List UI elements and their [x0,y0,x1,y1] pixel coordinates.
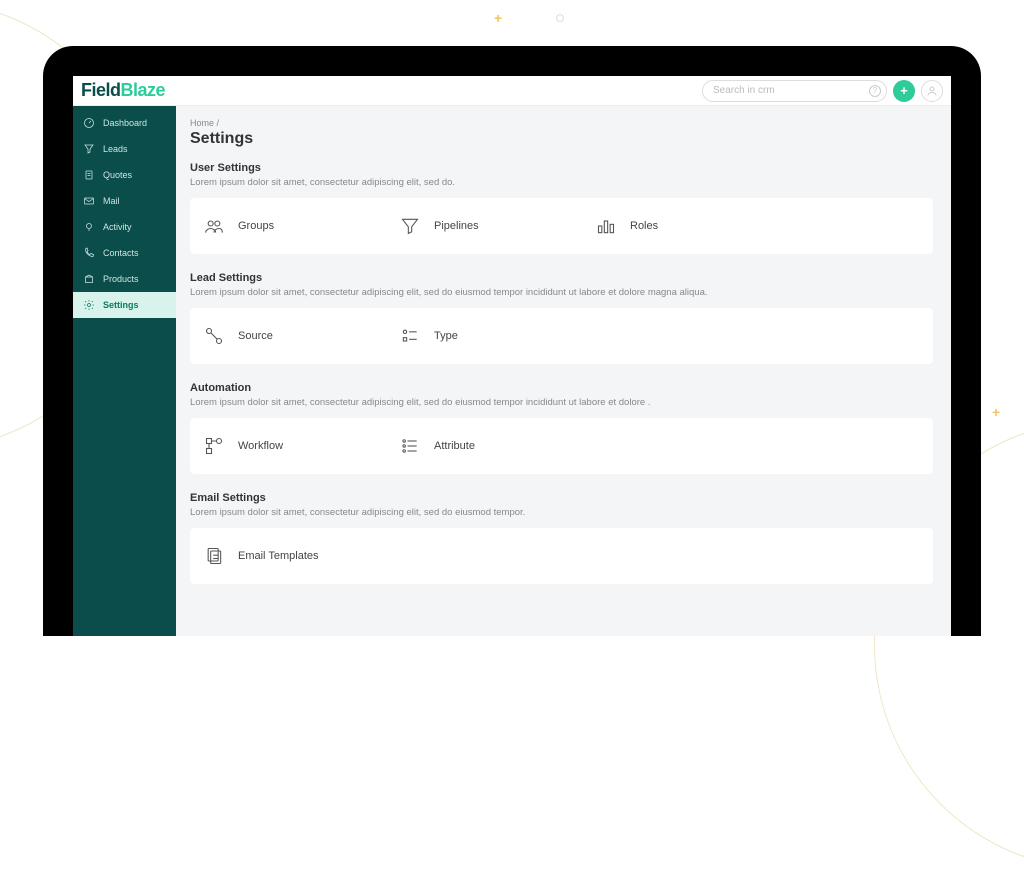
sidebar-item-dashboard[interactable]: Dashboard [73,110,176,136]
sidebar-item-leads[interactable]: Leads [73,136,176,162]
section-email-settings: Email Settings Lorem ipsum dolor sit ame… [190,492,933,584]
card-label: Attribute [434,440,475,452]
workflow-icon [204,436,224,456]
card-label: Source [238,330,273,342]
card-type[interactable]: Type [400,326,596,346]
section-title: Lead Settings [190,272,933,284]
sidebar-item-label: Quotes [103,170,132,180]
funnel-icon [83,143,95,155]
card-groups[interactable]: Groups [204,216,400,236]
sidebar-item-label: Dashboard [103,118,147,128]
card-label: Roles [630,220,658,232]
section-title: User Settings [190,162,933,174]
funnel-icon [400,216,420,236]
groups-icon [204,216,224,236]
section-desc: Lorem ipsum dolor sit amet, consectetur … [190,397,933,408]
app-screen: FieldBlaze ? + Dashboard [73,76,951,636]
card-email-templates[interactable]: Email Templates [204,546,400,566]
user-icon [926,85,938,97]
card-label: Type [434,330,458,342]
card-label: Groups [238,220,274,232]
card-pipelines[interactable]: Pipelines [400,216,596,236]
card-row: Email Templates [190,528,933,584]
card-workflow[interactable]: Workflow [204,436,400,456]
search-wrap: ? [702,80,887,102]
sidebar-item-quotes[interactable]: Quotes [73,162,176,188]
sidebar-item-label: Leads [103,144,128,154]
card-row: Workflow Attribute [190,418,933,474]
breadcrumb[interactable]: Home / [190,118,933,128]
sidebar-item-label: Contacts [103,248,139,258]
document-icon [83,169,95,181]
sidebar-item-settings[interactable]: Settings [73,292,176,318]
add-button[interactable]: + [893,80,915,102]
attribute-icon [400,436,420,456]
sidebar-item-label: Activity [103,222,132,232]
main-content: Home / Settings User Settings Lorem ipsu… [176,106,951,636]
sidebar-item-mail[interactable]: Mail [73,188,176,214]
sidebar-item-label: Settings [103,300,139,310]
section-desc: Lorem ipsum dolor sit amet, consectetur … [190,507,933,518]
bulb-icon [83,221,95,233]
section-title: Automation [190,382,933,394]
section-desc: Lorem ipsum dolor sit amet, consectetur … [190,177,933,188]
section-desc: Lorem ipsum dolor sit amet, consectetur … [190,287,933,298]
card-source[interactable]: Source [204,326,400,346]
sidebar: Dashboard Leads Quotes Mail Activity [73,106,176,636]
section-title: Email Settings [190,492,933,504]
search-input[interactable] [702,80,887,102]
sidebar-item-activity[interactable]: Activity [73,214,176,240]
type-icon [400,326,420,346]
sidebar-item-contacts[interactable]: Contacts [73,240,176,266]
topbar: FieldBlaze ? + [73,76,951,106]
sidebar-item-label: Products [103,274,139,284]
mail-icon [83,195,95,207]
card-row: Groups Pipelines Roles [190,198,933,254]
card-row: Source Type [190,308,933,364]
sidebar-item-label: Mail [103,196,120,206]
section-automation: Automation Lorem ipsum dolor sit amet, c… [190,382,933,474]
help-icon[interactable]: ? [869,85,881,97]
card-roles[interactable]: Roles [596,216,792,236]
section-user-settings: User Settings Lorem ipsum dolor sit amet… [190,162,933,254]
card-attribute[interactable]: Attribute [400,436,596,456]
gear-icon [83,299,95,311]
templates-icon [204,546,224,566]
box-icon [83,273,95,285]
phone-icon [83,247,95,259]
card-label: Workflow [238,440,283,452]
logo: FieldBlaze [81,80,165,101]
device-frame: FieldBlaze ? + Dashboard [43,46,981,636]
page-title: Settings [190,130,933,148]
card-label: Email Templates [238,550,319,562]
chart-icon [596,216,616,236]
sidebar-item-products[interactable]: Products [73,266,176,292]
section-lead-settings: Lead Settings Lorem ipsum dolor sit amet… [190,272,933,364]
user-avatar-button[interactable] [921,80,943,102]
card-label: Pipelines [434,220,479,232]
gauge-icon [83,117,95,129]
source-icon [204,326,224,346]
